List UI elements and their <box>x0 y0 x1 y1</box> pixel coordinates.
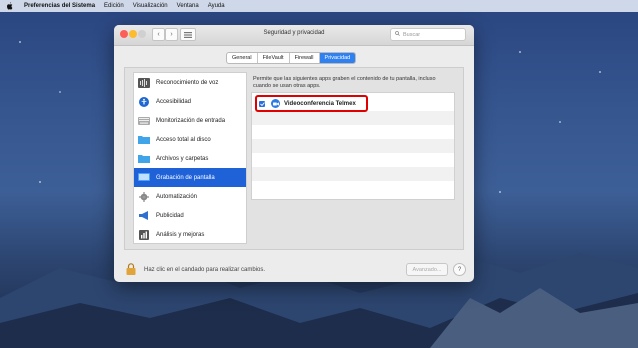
permission-description: Permite que las siguientes apps graben e… <box>253 76 436 89</box>
highlight-annotation <box>255 95 368 112</box>
megaphone-icon <box>138 211 150 221</box>
list-row <box>252 167 454 181</box>
analytics-icon <box>138 229 150 240</box>
tab-filevault[interactable]: FileVault <box>258 53 290 63</box>
sidebar-item-label: Publicidad <box>156 212 184 219</box>
list-row <box>252 181 454 195</box>
accessibility-icon <box>138 96 150 107</box>
search-placeholder: Buscar <box>403 31 421 38</box>
search-field[interactable]: Buscar <box>390 28 466 41</box>
sidebar-item-label: Análisis y mejoras <box>156 231 205 238</box>
keyboard-icon <box>138 116 150 126</box>
sidebar-item-automation[interactable]: Automatización <box>134 187 246 206</box>
sidebar-item-accessibility[interactable]: Accesibilidad <box>134 92 246 111</box>
sidebar-item-label: Reconocimiento de voz <box>156 79 219 86</box>
zoom-button[interactable] <box>138 30 146 38</box>
advanced-button[interactable]: Avanzado... <box>406 263 448 276</box>
sidebar-item-screen-recording[interactable]: Grabación de pantalla <box>134 168 246 187</box>
lock-message: Haz clic en el candado para realizar cam… <box>144 267 266 273</box>
folder-icon <box>138 135 150 145</box>
menu-visualizacion[interactable]: Visualización <box>133 3 168 9</box>
list-row <box>252 139 454 153</box>
show-all-button[interactable] <box>180 28 196 41</box>
app-list: Videoconferencia Telmex <box>251 92 455 200</box>
minimize-button[interactable] <box>129 30 137 38</box>
menu-app-name[interactable]: Preferencias del Sistema <box>24 3 95 9</box>
menu-ventana[interactable]: Ventana <box>177 3 199 9</box>
tab-general[interactable]: General <box>227 53 258 63</box>
sidebar-item-input-monitoring[interactable]: Monitorización de entrada <box>134 111 246 130</box>
screen-recording-icon <box>138 173 150 183</box>
apple-icon[interactable] <box>6 2 16 10</box>
chevron-left-icon: ‹ <box>157 31 160 38</box>
close-button[interactable] <box>120 30 128 38</box>
chevron-right-icon: › <box>170 31 173 38</box>
title-bar: ‹ › Seguridad y privacidad Buscar <box>114 25 474 46</box>
menu-ayuda[interactable]: Ayuda <box>208 3 225 9</box>
tab-firewall[interactable]: Firewall <box>290 53 320 63</box>
sidebar-item-full-disk-access[interactable]: Acceso total al disco <box>134 130 246 149</box>
sidebar-item-advertising[interactable]: Publicidad <box>134 206 246 225</box>
tab-bar: General FileVault Firewall Privacidad <box>226 52 357 64</box>
privacy-pane: Reconocimiento de voz Accesibilidad Moni… <box>124 67 464 250</box>
sidebar-item-label: Acceso total al disco <box>156 136 211 143</box>
list-row <box>252 125 454 139</box>
folder-icon <box>138 154 150 164</box>
voice-recognition-icon <box>138 77 150 88</box>
gear-icon <box>138 191 150 202</box>
menu-edicion[interactable]: Edición <box>104 3 124 9</box>
sidebar-item-label: Automatización <box>156 193 198 200</box>
preferences-window: ‹ › Seguridad y privacidad Buscar Genera… <box>114 25 474 282</box>
list-row <box>252 153 454 167</box>
lock-icon[interactable] <box>126 263 136 275</box>
list-row <box>252 111 454 125</box>
tab-privacidad[interactable]: Privacidad <box>319 53 356 63</box>
sidebar-item-label: Monitorización de entrada <box>156 117 226 124</box>
sidebar-item-files-folders[interactable]: Archivos y carpetas <box>134 149 246 168</box>
menu-bar: Preferencias del Sistema Edición Visuali… <box>0 0 638 12</box>
sidebar-item-label: Accesibilidad <box>156 98 192 105</box>
search-icon <box>395 31 400 38</box>
sidebar-item-voice-recognition[interactable]: Reconocimiento de voz <box>134 73 246 92</box>
grid-icon <box>184 31 192 38</box>
sidebar-item-label: Archivos y carpetas <box>156 155 209 162</box>
window-title: Seguridad y privacidad <box>263 30 325 36</box>
back-button[interactable]: ‹ <box>152 28 165 41</box>
privacy-sidebar: Reconocimiento de voz Accesibilidad Moni… <box>133 72 247 244</box>
sidebar-item-analytics[interactable]: Análisis y mejoras <box>134 225 246 244</box>
forward-button[interactable]: › <box>165 28 178 41</box>
help-button[interactable]: ? <box>453 263 466 276</box>
sidebar-item-label: Grabación de pantalla <box>156 174 215 181</box>
